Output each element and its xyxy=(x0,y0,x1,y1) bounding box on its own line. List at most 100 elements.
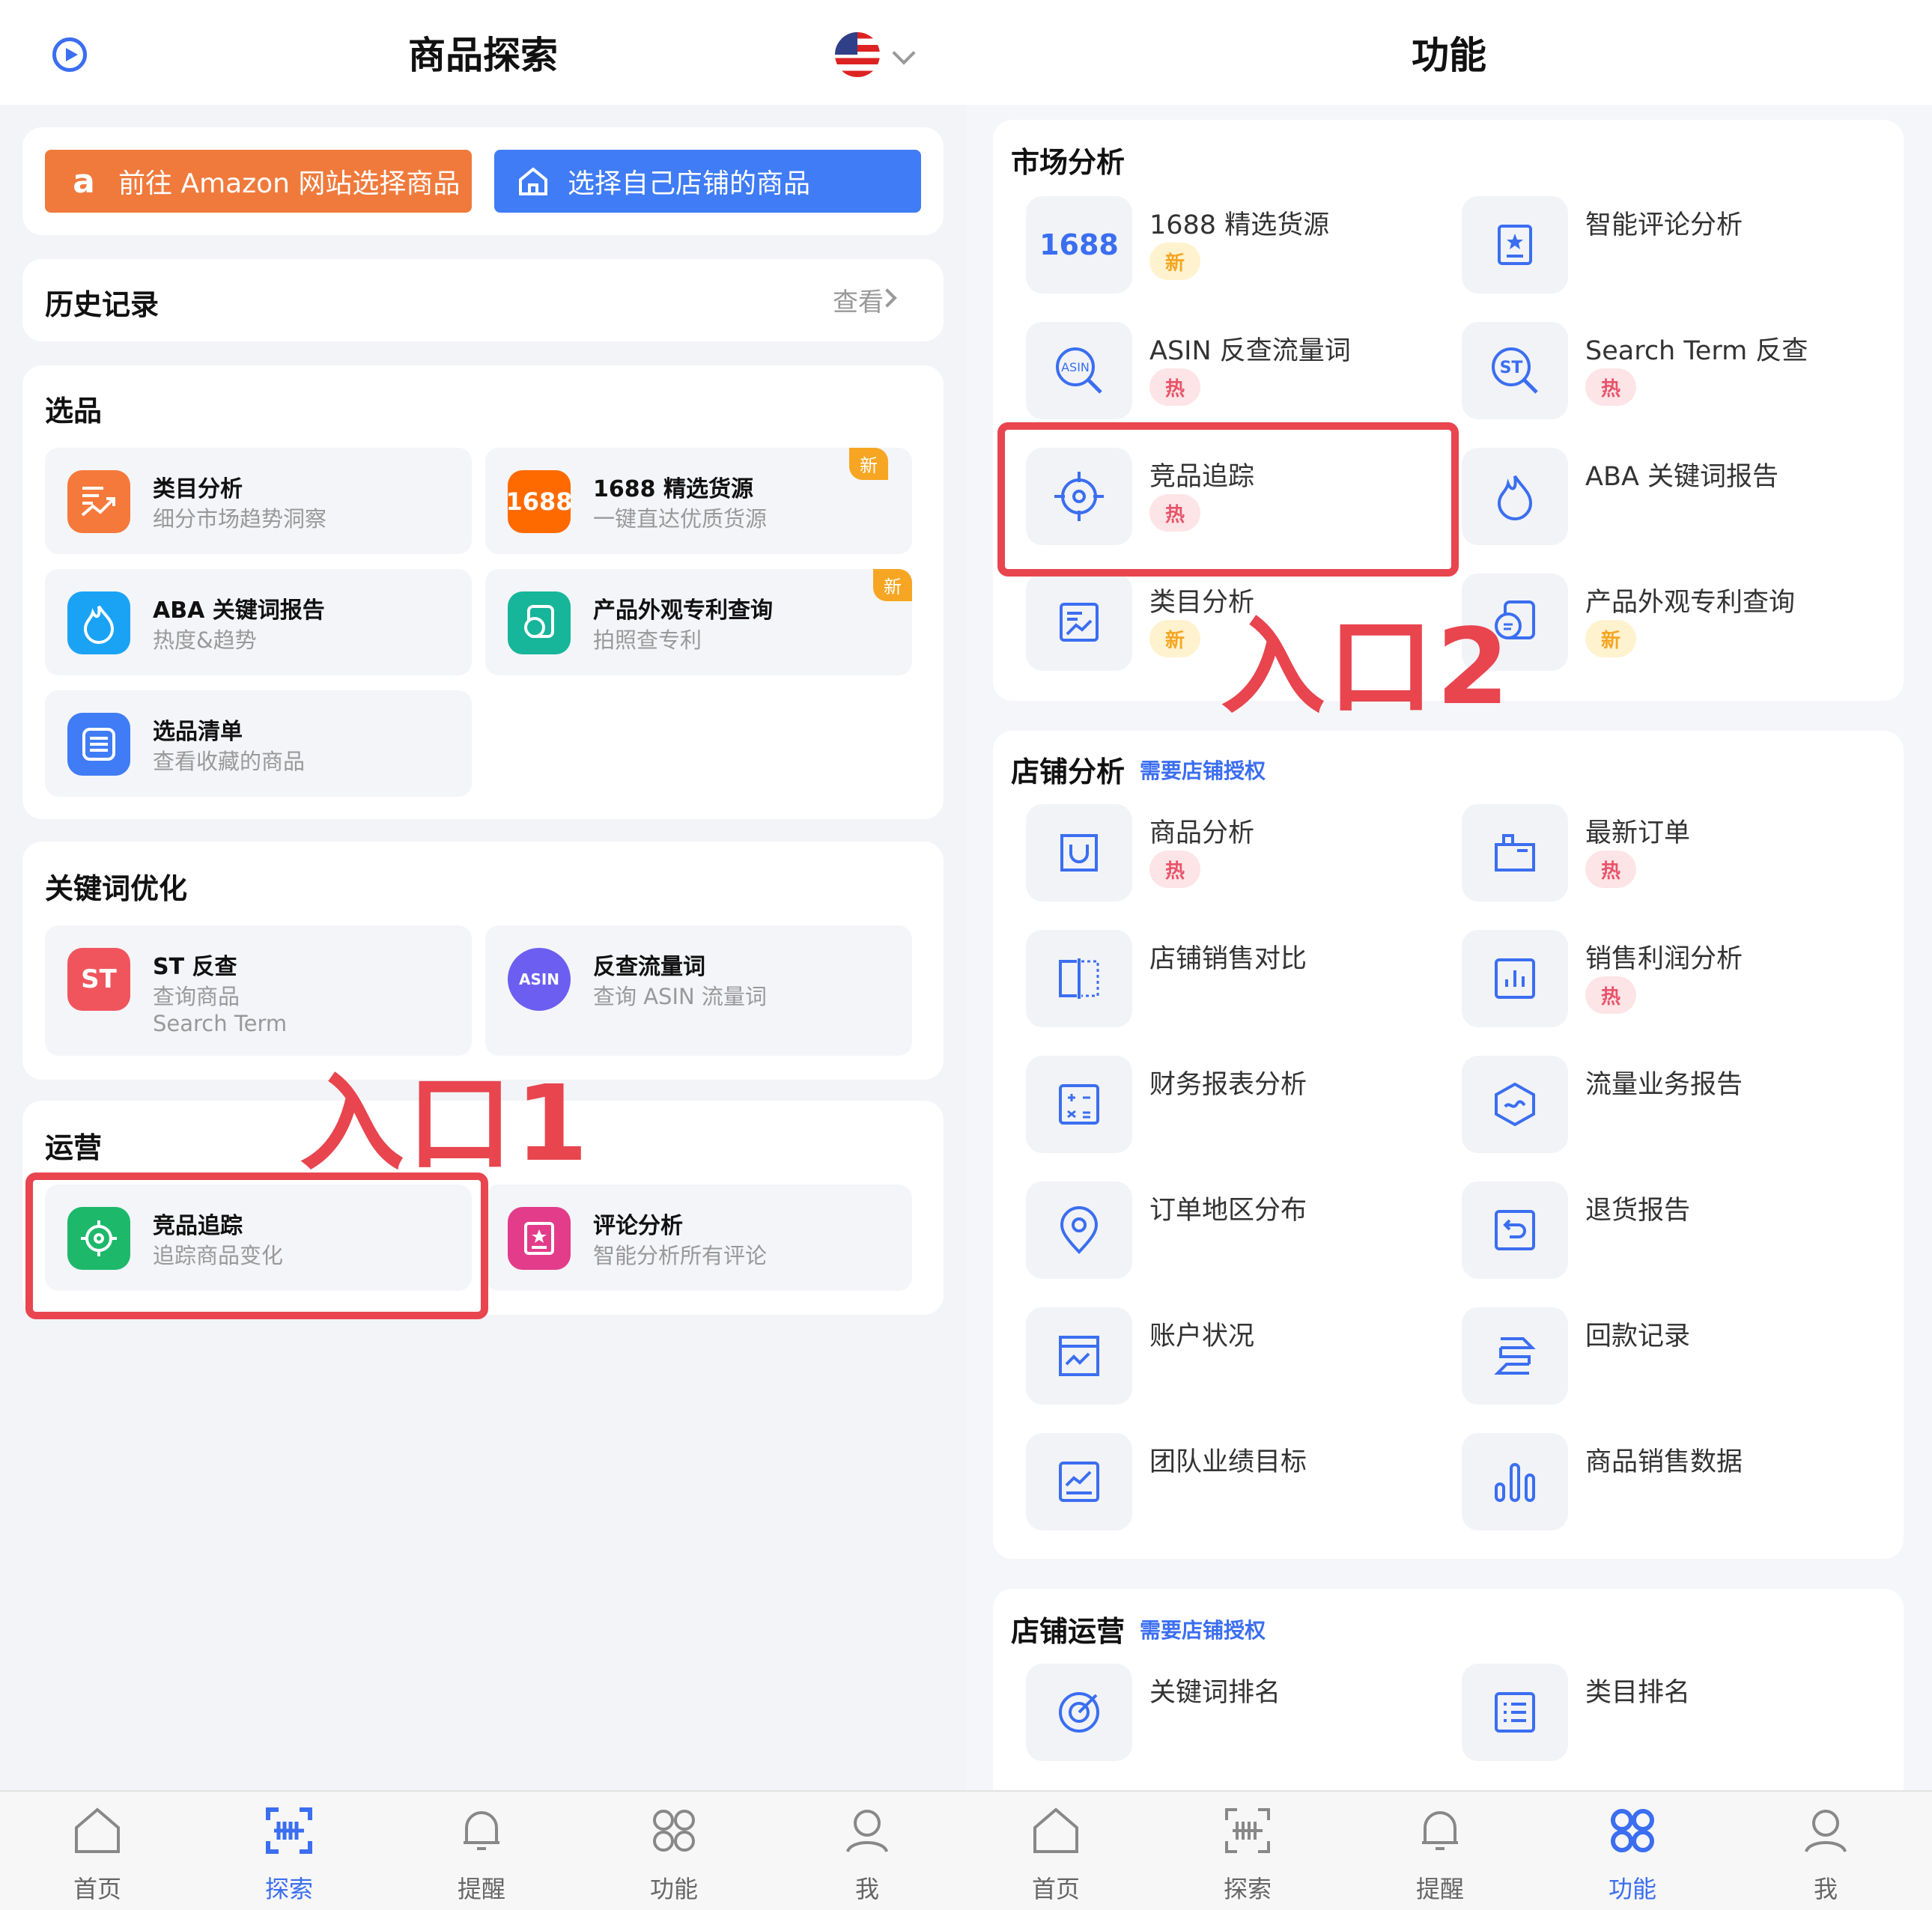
hot-badge: 热 xyxy=(1585,851,1636,888)
trend-icon xyxy=(67,470,130,533)
explore-header: 商品探索 xyxy=(0,0,966,105)
highlight-box-1 xyxy=(25,1173,488,1319)
bottom-nav: 首页 探索 提醒 功能 我 xyxy=(966,1790,1932,1910)
trend-icon xyxy=(1026,574,1132,671)
nav-explore[interactable]: 探索 xyxy=(1195,1792,1300,1910)
calculator-icon xyxy=(1026,1056,1132,1153)
nav-reminder[interactable]: 提醒 xyxy=(429,1792,534,1910)
st-search-icon: ST xyxy=(1462,322,1568,419)
nav-home[interactable]: 首页 xyxy=(45,1792,150,1910)
func-finance-report[interactable]: 财务报表分析 xyxy=(1026,1056,1460,1168)
asin-search-icon: ASIN xyxy=(1026,322,1132,419)
functions-screen: 功能 市场分析 1688 1688 精选货源 新 智能评论分析 ASIN ASI… xyxy=(966,0,1932,1910)
func-product-analysis[interactable]: 商品分析 热 xyxy=(1026,804,1460,916)
scan-icon xyxy=(1225,1808,1270,1853)
nav-reminder[interactable]: 提醒 xyxy=(1388,1792,1492,1910)
func-order-region[interactable]: 订单地区分布 xyxy=(1026,1181,1460,1294)
func-payment-records[interactable]: 回款记录 xyxy=(1462,1307,1896,1420)
nav-functions[interactable]: 功能 xyxy=(1580,1792,1685,1910)
selection-title: 选品 xyxy=(45,395,103,428)
grid-icon xyxy=(1611,1809,1654,1852)
func-product-sales[interactable]: 商品销售数据 xyxy=(1462,1433,1896,1545)
us-flag-icon[interactable] xyxy=(835,32,880,77)
new-badge: 新 xyxy=(849,448,888,480)
new-badge: 新 xyxy=(1149,243,1200,280)
annotation-entry-1: 入口1 xyxy=(300,1063,592,1185)
category-rank-icon xyxy=(1462,1664,1568,1761)
keyword-rank-icon xyxy=(1026,1664,1132,1761)
sales-bars-icon xyxy=(1462,1433,1568,1530)
patent-search-icon xyxy=(508,591,571,654)
func-traffic-report[interactable]: 流量业务报告 xyxy=(1462,1056,1896,1168)
func-1688-source[interactable]: 1688 1688 精选货源 新 xyxy=(1026,196,1460,308)
order-bag-icon xyxy=(1462,804,1568,901)
tile-st-reverse[interactable]: ST ST 反查 查询商品 Search Term xyxy=(45,925,472,1056)
user-icon xyxy=(1805,1810,1847,1852)
functions-header: 功能 xyxy=(966,0,1932,105)
1688-logo-icon: 1688 xyxy=(1026,196,1132,294)
bell-icon xyxy=(464,1811,499,1850)
func-patent-search[interactable]: 产品外观专利查询 新 xyxy=(1462,574,1896,686)
history-view-link[interactable]: 查看 xyxy=(833,282,884,318)
history-title: 历史记录 xyxy=(45,288,160,321)
own-store-select-button[interactable]: 选择自己店铺的商品 xyxy=(494,150,921,213)
store-analysis-title: 店铺分析 需要店铺授权 xyxy=(1011,755,1266,788)
svg-text:ST: ST xyxy=(1500,359,1523,377)
tile-reverse-traffic[interactable]: ASIN 反查流量词 查询 ASIN 流量词 xyxy=(485,925,912,1056)
1688-logo-icon: 1688 xyxy=(505,470,573,533)
nav-me[interactable]: 我 xyxy=(815,1792,920,1910)
nav-me[interactable]: 我 xyxy=(1773,1792,1878,1910)
scan-icon xyxy=(266,1807,312,1854)
func-account-status[interactable]: 账户状况 xyxy=(1026,1307,1460,1420)
review-icon xyxy=(1462,196,1568,294)
grid-icon xyxy=(653,1810,695,1852)
play-icon[interactable] xyxy=(52,37,87,72)
new-badge: 新 xyxy=(1149,620,1200,657)
tile-1688-source[interactable]: 1688 1688 精选货源 一键直达优质货源 新 xyxy=(485,448,912,554)
auth-required-label: 需要店铺授权 xyxy=(1140,1617,1266,1643)
nav-explore[interactable]: 探索 xyxy=(237,1792,341,1910)
func-search-term-reverse[interactable]: ST Search Term 反查 热 xyxy=(1462,322,1896,434)
flame-icon xyxy=(1462,448,1568,545)
hot-badge: 热 xyxy=(1585,976,1636,1014)
st-icon: ST xyxy=(67,948,130,1011)
list-icon xyxy=(67,713,130,776)
amazon-select-button[interactable]: a 前往 Amazon 网站选择商品 xyxy=(45,150,472,213)
home-icon xyxy=(1033,1807,1078,1853)
tile-aba-keyword[interactable]: ABA 关键词报告 热度&趋势 xyxy=(45,569,472,675)
growth-chart-icon xyxy=(1026,1433,1132,1530)
func-review-analysis[interactable]: 智能评论分析 xyxy=(1462,196,1896,308)
return-icon xyxy=(1462,1181,1568,1279)
auth-required-label: 需要店铺授权 xyxy=(1140,758,1266,783)
func-keyword-rank[interactable]: 关键词排名 xyxy=(1026,1664,1460,1776)
tile-review-analysis[interactable]: 评论分析 智能分析所有评论 xyxy=(485,1184,912,1291)
tile-selection-list[interactable]: 选品清单 查看收藏的商品 xyxy=(45,690,472,797)
amazon-logo-icon: a xyxy=(73,162,95,201)
market-analysis-title: 市场分析 xyxy=(1011,146,1126,179)
func-profit-analysis[interactable]: 销售利润分析 热 xyxy=(1462,930,1896,1042)
tile-category-analysis[interactable]: 类目分析 细分市场趋势洞察 xyxy=(45,448,472,554)
func-latest-orders[interactable]: 最新订单 热 xyxy=(1462,804,1896,916)
page-title: 商品探索 xyxy=(408,34,558,77)
store-icon xyxy=(517,165,550,198)
history-card[interactable] xyxy=(22,259,944,341)
explore-screen: 商品探索 a 前往 Amazon 网站选择商品 选择自己店铺的商品 历史记录 查… xyxy=(0,0,966,1910)
highlight-box-2 xyxy=(997,422,1459,577)
nav-home[interactable]: 首页 xyxy=(1003,1792,1108,1910)
svg-text:ASIN: ASIN xyxy=(1061,360,1090,374)
hot-badge: 热 xyxy=(1585,368,1636,406)
func-aba-keyword[interactable]: ABA 关键词报告 xyxy=(1462,448,1896,560)
new-badge: 新 xyxy=(873,569,912,601)
bottom-nav: 首页 探索 提醒 功能 我 xyxy=(0,1790,966,1910)
func-team-goals[interactable]: 团队业绩目标 xyxy=(1026,1433,1460,1545)
chevron-down-icon[interactable] xyxy=(892,41,916,65)
func-return-report[interactable]: 退货报告 xyxy=(1462,1181,1896,1294)
asin-icon: ASIN xyxy=(508,948,571,1011)
func-category-rank[interactable]: 类目排名 xyxy=(1462,1664,1896,1776)
nav-functions[interactable]: 功能 xyxy=(622,1792,726,1910)
func-asin-reverse[interactable]: ASIN ASIN 反查流量词 热 xyxy=(1026,322,1460,434)
tile-patent-search[interactable]: 产品外观专利查询 拍照查专利 新 xyxy=(485,569,912,675)
hot-badge: 热 xyxy=(1149,851,1200,888)
hot-badge: 热 xyxy=(1149,368,1200,406)
func-store-sales-compare[interactable]: 店铺销售对比 xyxy=(1026,930,1460,1042)
